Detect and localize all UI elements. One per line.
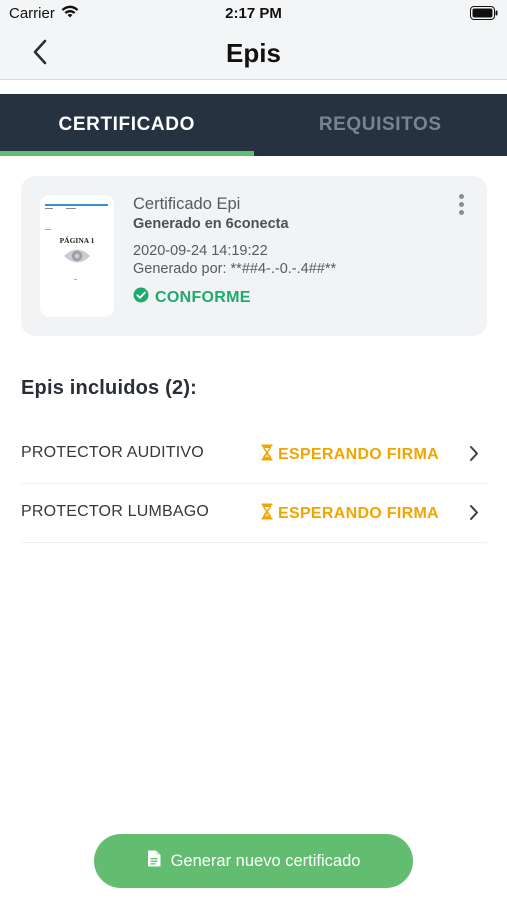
thumbnail-text-line xyxy=(66,208,76,209)
hourglass-icon xyxy=(261,444,273,466)
epi-list-item[interactable]: PROTECTOR LUMBAGO ESPERANDO FIRMA xyxy=(21,484,487,543)
clock: 2:17 PM xyxy=(225,5,282,22)
active-tab-indicator xyxy=(0,151,254,156)
thumbnail-page-label: PÁGINA 1 xyxy=(59,236,95,245)
certificate-status-label: CONFORME xyxy=(155,288,251,306)
more-dot xyxy=(458,193,464,199)
epi-name: PROTECTOR LUMBAGO xyxy=(21,503,210,520)
epi-name: PROTECTOR AUDITIVO xyxy=(21,444,204,461)
thumbnail-page-mark xyxy=(74,279,77,280)
tab-label: REQUISITOS xyxy=(318,114,442,135)
generate-certificate-label: Generar nuevo certificado xyxy=(170,851,361,870)
thumbnail-text-line xyxy=(45,208,53,209)
certificate-date: 2020-09-24 14:19:22 xyxy=(133,243,268,259)
tab-bar: CERTIFICADO REQUISITOS xyxy=(0,94,507,156)
certificate-thumbnail[interactable]: PÁGINA 1 xyxy=(40,195,114,317)
certificate-card: PÁGINA 1 Certificado Epi Generado en 6co… xyxy=(21,176,487,336)
epi-status: ESPERANDO FIRMA xyxy=(261,444,439,466)
check-circle-icon xyxy=(133,287,149,308)
battery-icon xyxy=(470,6,498,25)
epi-status-label: ESPERANDO FIRMA xyxy=(278,446,439,463)
page-title: Epis xyxy=(226,38,281,68)
thumbnail-text-line xyxy=(45,229,51,230)
certificate-generated-by: Generado por: **##4-.-0.-.4##** xyxy=(133,261,337,277)
epi-status-label: ESPERANDO FIRMA xyxy=(278,505,439,522)
tab-requisitos[interactable]: REQUISITOS xyxy=(254,94,507,156)
chevron-right-icon xyxy=(469,504,479,526)
epis-section-title: Epis incluidos (2): xyxy=(21,377,198,399)
thumbnail-header-line xyxy=(45,204,108,206)
tab-label: CERTIFICADO xyxy=(58,114,195,135)
document-icon xyxy=(147,850,161,872)
more-dot xyxy=(458,209,464,215)
epi-status: ESPERANDO FIRMA xyxy=(261,503,439,525)
more-options-button[interactable] xyxy=(451,190,471,218)
certificate-status: CONFORME xyxy=(133,287,251,308)
eye-icon xyxy=(63,247,91,270)
generate-certificate-button[interactable]: Generar nuevo certificado xyxy=(94,834,413,888)
more-dot xyxy=(458,201,464,207)
epi-list-item[interactable]: PROTECTOR AUDITIVO ESPERANDO FIRMA xyxy=(21,425,487,484)
status-bar: Carrier 2:17 PM xyxy=(0,0,507,28)
chevron-right-icon xyxy=(469,445,479,467)
certificate-title: Certificado Epi xyxy=(133,195,241,213)
navigation-bar: Epis xyxy=(0,28,507,80)
certificate-subtitle: Generado en 6conecta xyxy=(133,216,289,232)
hourglass-icon xyxy=(261,503,273,525)
tab-certificado[interactable]: CERTIFICADO xyxy=(0,94,254,156)
